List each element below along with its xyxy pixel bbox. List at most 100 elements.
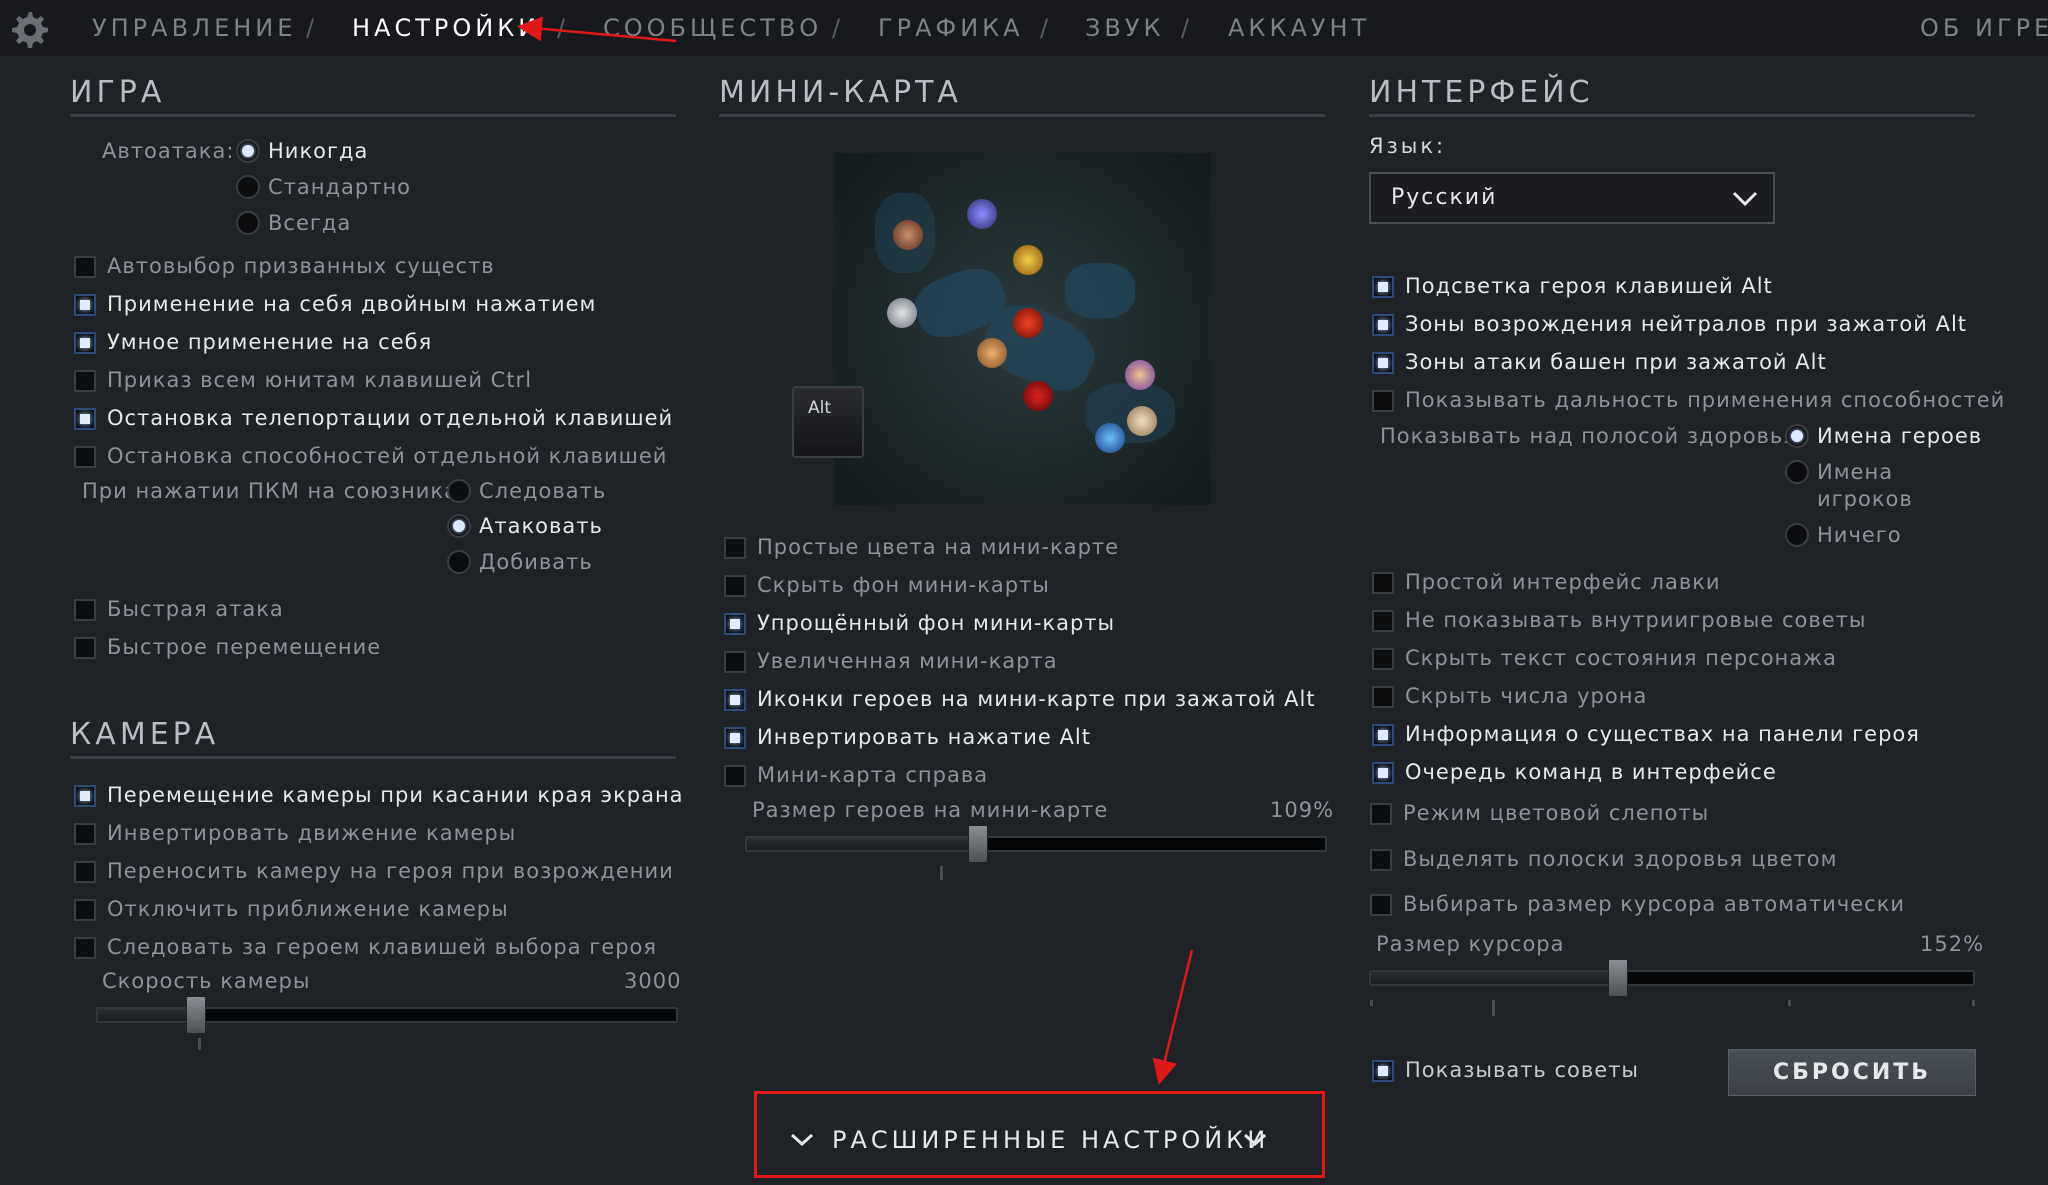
- checkbox[interactable]: [1372, 724, 1394, 746]
- checkbox[interactable]: [1372, 314, 1394, 336]
- nav-about-game[interactable]: ОБ ИГРЕ: [1920, 14, 2048, 42]
- checkbox[interactable]: [74, 408, 96, 430]
- chevron-down-icon: [790, 1133, 814, 1147]
- checkbox[interactable]: [74, 785, 96, 807]
- hero-size-label: Размер героев на мини-карте: [752, 798, 1109, 822]
- game-section-title: ИГРА: [70, 75, 166, 110]
- checkbox-label: Автовыбор призванных существ: [107, 254, 495, 278]
- checkbox-label: Очередь команд в интерфейсе: [1405, 760, 1777, 784]
- autoattack-standard-radio[interactable]: [236, 175, 260, 199]
- hero-icon: [1095, 423, 1125, 453]
- checkbox[interactable]: [1372, 390, 1394, 412]
- cursor-size-label: Размер курсора: [1376, 932, 1565, 956]
- nav-tab-community[interactable]: СООБЩЕСТВО: [603, 14, 822, 42]
- nav-tab-controls[interactable]: УПРАВЛЕНИЕ: [92, 14, 296, 42]
- nav-separator: /: [1040, 14, 1049, 42]
- checkbox[interactable]: [724, 613, 746, 635]
- health-nothing-label: Ничего: [1817, 523, 1902, 547]
- annotation-arrow-advanced: [1152, 949, 1194, 1085]
- slider-tick: [940, 866, 943, 880]
- nav-separator: /: [306, 14, 315, 42]
- minimap-section-title: МИНИ-КАРТА: [719, 75, 962, 110]
- camera-section-divider: [70, 756, 676, 759]
- autoattack-always-radio[interactable]: [236, 211, 260, 235]
- checkbox-label: Увеличенная мини-карта: [757, 649, 1058, 673]
- hero-icon: [977, 338, 1007, 368]
- nav-tab-settings[interactable]: НАСТРОЙКИ: [352, 14, 540, 42]
- nav-tab-graphics[interactable]: ГРАФИКА: [878, 14, 1024, 42]
- checkbox[interactable]: [1370, 849, 1392, 871]
- checkbox[interactable]: [74, 823, 96, 845]
- hero-size-slider[interactable]: [745, 825, 1327, 863]
- checkbox-label: Зоны возрождения нейтралов при зажатой A…: [1405, 312, 1968, 336]
- checkbox[interactable]: [1372, 610, 1394, 632]
- checkbox[interactable]: [74, 446, 96, 468]
- camera-speed-slider[interactable]: [96, 996, 678, 1034]
- hero-size-value: 109%: [1270, 798, 1335, 822]
- checkbox[interactable]: [724, 689, 746, 711]
- language-select[interactable]: Русский: [1369, 172, 1775, 224]
- checkbox-label: Простой интерфейс лавки: [1405, 570, 1721, 594]
- checkbox[interactable]: [1370, 803, 1392, 825]
- checkbox[interactable]: [74, 937, 96, 959]
- checkbox[interactable]: [74, 861, 96, 883]
- checkbox[interactable]: [74, 332, 96, 354]
- health-player-names-radio[interactable]: [1785, 460, 1809, 484]
- hero-icon: [967, 199, 997, 229]
- checkbox[interactable]: [1370, 894, 1392, 916]
- show-tips-checkbox[interactable]: [1372, 1060, 1394, 1082]
- autoattack-never-radio[interactable]: [236, 139, 260, 163]
- cursor-size-slider[interactable]: [1369, 959, 1975, 997]
- checkbox[interactable]: [74, 256, 96, 278]
- checkbox-label: Скрыть фон мини-карты: [757, 573, 1050, 597]
- checkbox[interactable]: [724, 575, 746, 597]
- checkbox[interactable]: [724, 765, 746, 787]
- checkbox[interactable]: [74, 637, 96, 659]
- reset-button[interactable]: СБРОСИТЬ: [1728, 1049, 1976, 1096]
- slider-knob[interactable]: [1608, 959, 1628, 997]
- ally-deny-radio[interactable]: [447, 550, 471, 574]
- ally-deny-label: Добивать: [479, 550, 593, 574]
- slider-tick: [198, 1038, 201, 1050]
- checkbox[interactable]: [74, 599, 96, 621]
- river-shape: [1065, 263, 1135, 318]
- checkbox[interactable]: [1372, 648, 1394, 670]
- checkbox[interactable]: [74, 370, 96, 392]
- checkbox-label: Информация о существах на панели героя: [1405, 722, 1920, 746]
- ally-rightclick-label: При нажатии ПКМ на союзника: [82, 479, 458, 503]
- gear-icon[interactable]: [8, 8, 50, 50]
- checkbox-label: Режим цветовой слепоты: [1403, 801, 1710, 825]
- ally-attack-radio[interactable]: [447, 514, 471, 538]
- camera-section-title: КАМЕРА: [70, 717, 220, 752]
- autoattack-standard-label: Стандартно: [268, 175, 412, 199]
- checkbox-label: Инвертировать движение камеры: [107, 821, 517, 845]
- slider-tick: [1370, 1000, 1373, 1006]
- nav-tab-sound[interactable]: ЗВУК: [1085, 14, 1165, 42]
- camera-speed-value: 3000: [624, 969, 682, 993]
- nav-tab-account[interactable]: АККАУНТ: [1228, 14, 1370, 42]
- checkbox[interactable]: [1372, 572, 1394, 594]
- checkbox[interactable]: [1372, 686, 1394, 708]
- ally-follow-radio[interactable]: [447, 479, 471, 503]
- checkbox-label: Остановка способностей отдельной клавише…: [107, 444, 668, 468]
- slider-knob[interactable]: [186, 996, 206, 1034]
- autoattack-always-label: Всегда: [268, 211, 352, 235]
- alt-key-label: Alt: [808, 398, 832, 418]
- checkbox[interactable]: [74, 899, 96, 921]
- checkbox[interactable]: [1372, 276, 1394, 298]
- game-section-divider: [70, 114, 676, 117]
- health-hero-names-radio[interactable]: [1785, 424, 1809, 448]
- checkbox[interactable]: [724, 727, 746, 749]
- health-nothing-radio[interactable]: [1785, 523, 1809, 547]
- checkbox[interactable]: [724, 651, 746, 673]
- advanced-settings-button[interactable]: РАСШИРЕННЫЕ НАСТРОЙКИ: [754, 1091, 1325, 1178]
- slider-knob[interactable]: [968, 825, 988, 863]
- checkbox-label: Применение на себя двойным нажатием: [107, 292, 597, 316]
- checkbox[interactable]: [74, 294, 96, 316]
- hero-icon: [1127, 406, 1157, 436]
- checkbox[interactable]: [1372, 352, 1394, 374]
- checkbox[interactable]: [1372, 762, 1394, 784]
- checkbox[interactable]: [724, 537, 746, 559]
- interface-section-title: ИНТЕРФЕЙС: [1369, 75, 1594, 110]
- ally-follow-label: Следовать: [479, 479, 607, 503]
